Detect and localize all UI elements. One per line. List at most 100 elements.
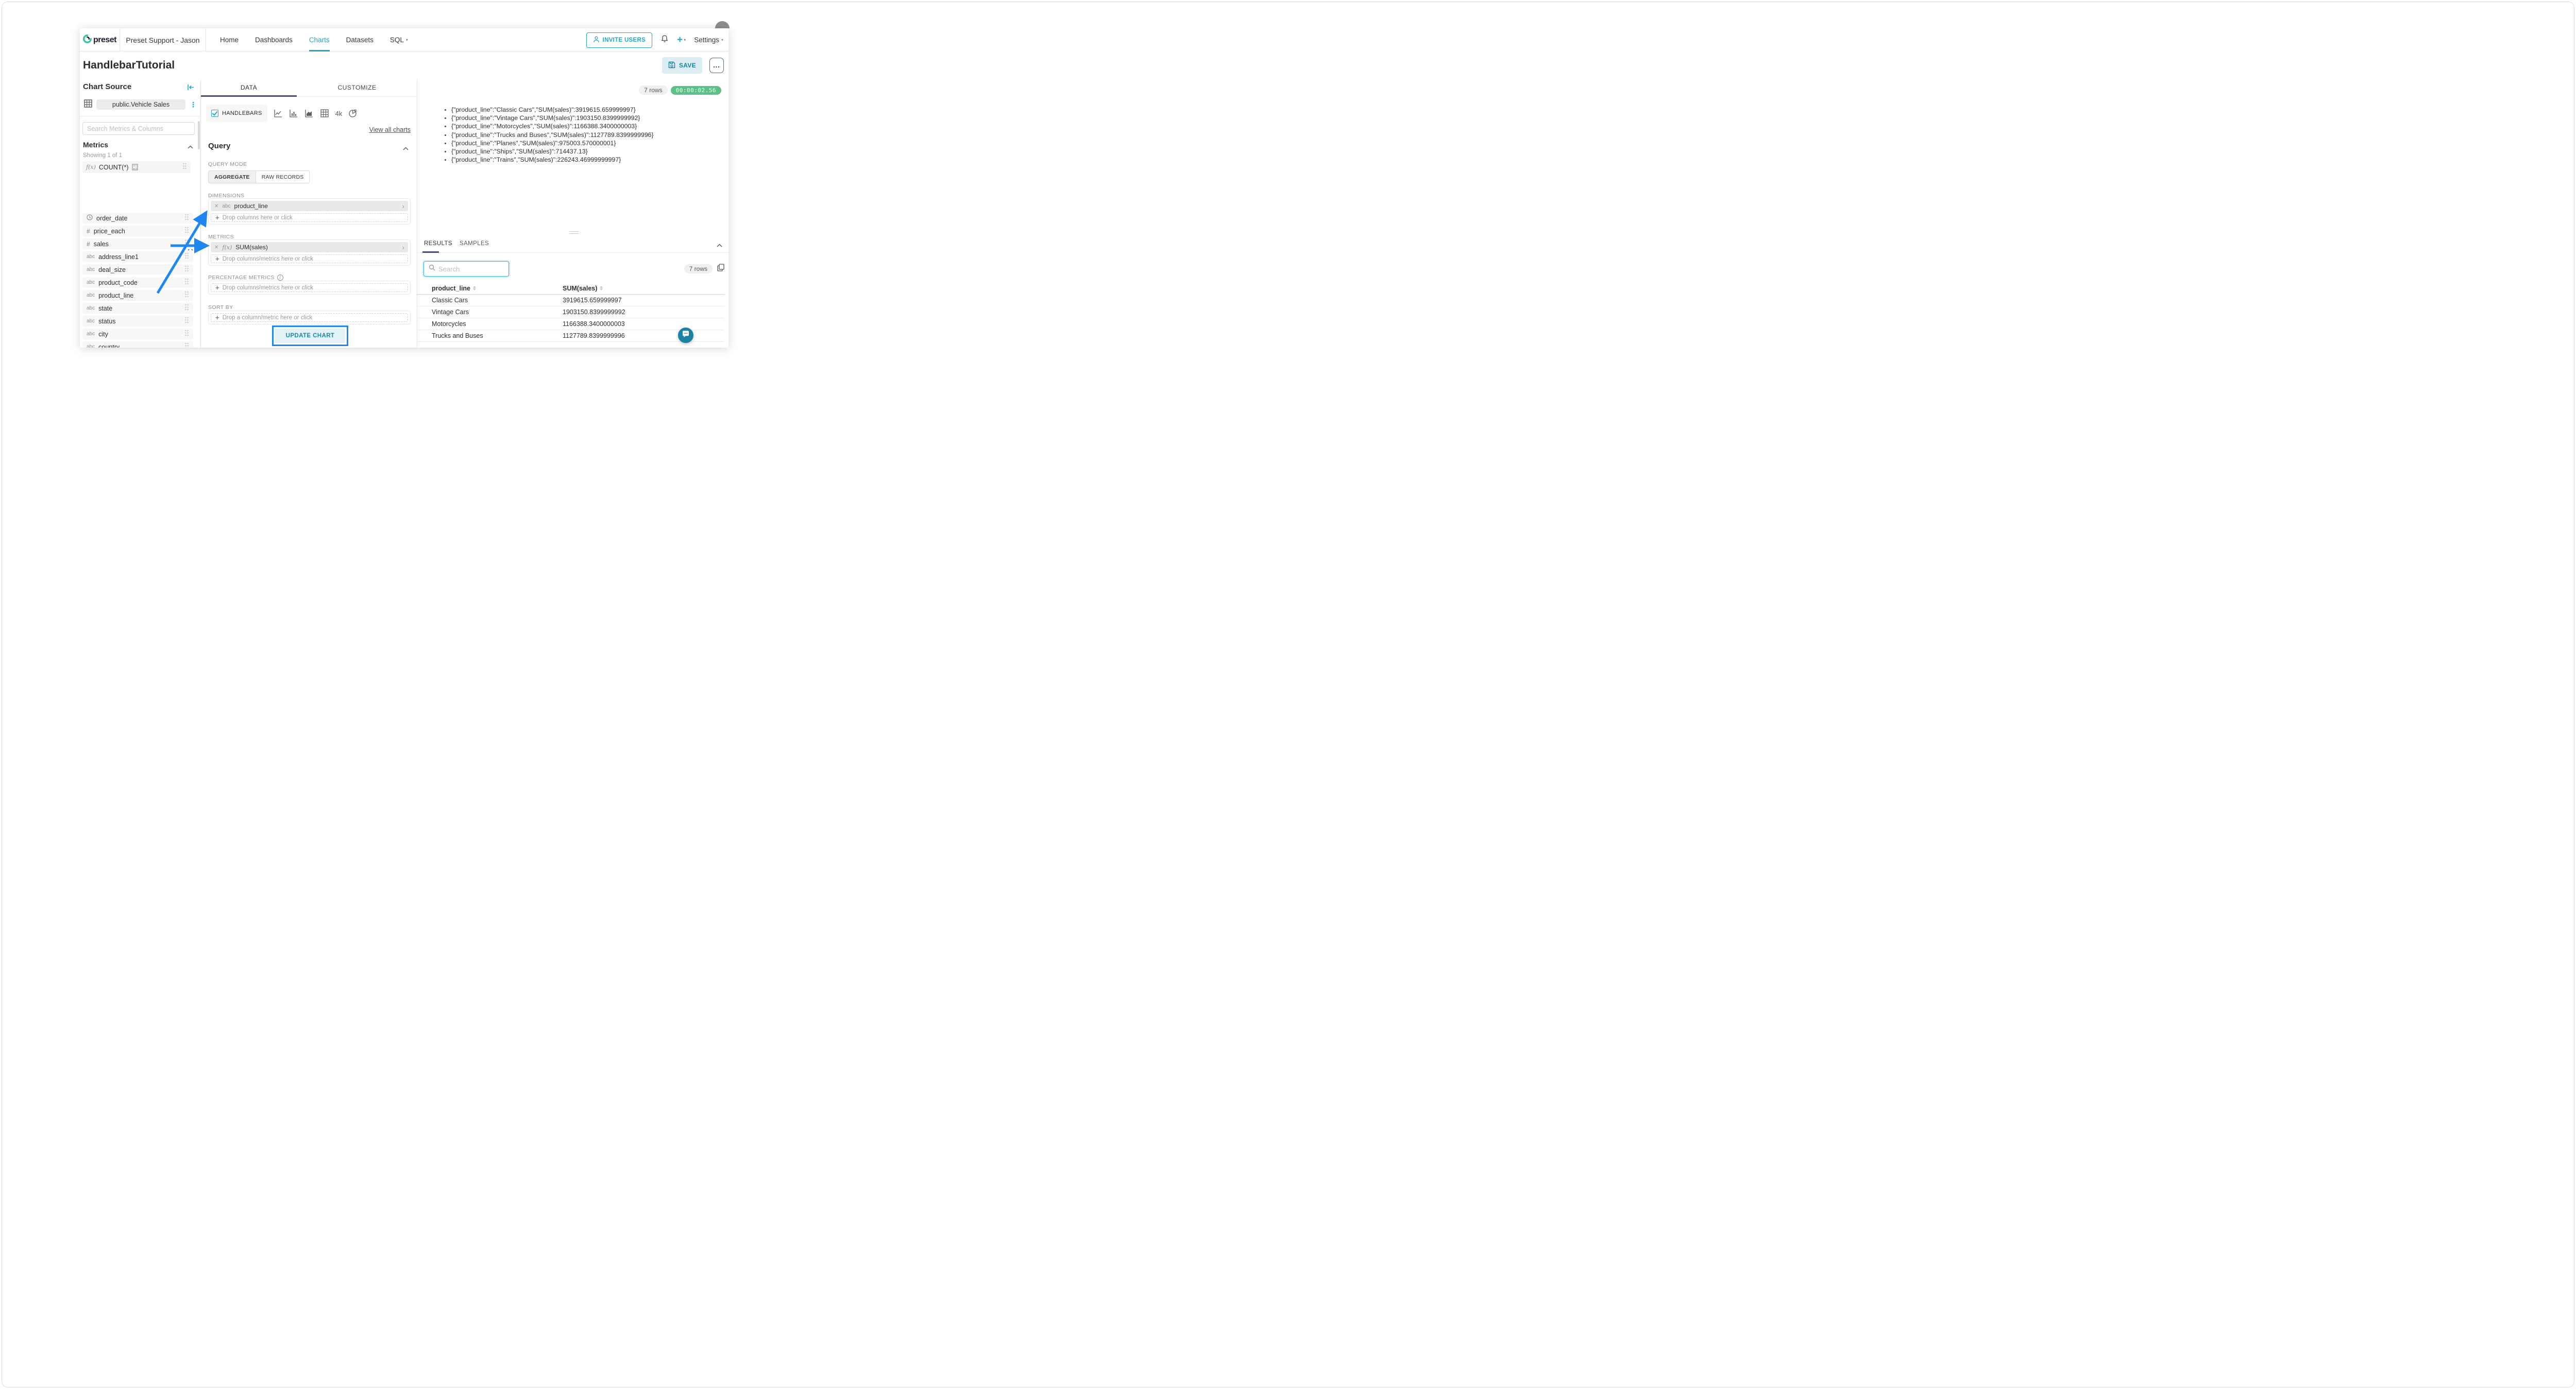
chevron-down-icon: ▾ bbox=[721, 38, 723, 42]
dimension-pill-product-line[interactable]: ✕ abc product_line › bbox=[211, 201, 408, 211]
invite-users-button[interactable]: INVITE USERS bbox=[586, 32, 652, 48]
chevron-up-icon[interactable] bbox=[717, 241, 722, 250]
chart-source-heading: Chart Source bbox=[83, 82, 131, 91]
scrollbar[interactable] bbox=[198, 121, 200, 149]
drag-handle-icon[interactable] bbox=[184, 317, 189, 326]
chevron-right-icon[interactable]: › bbox=[402, 244, 404, 251]
chevron-right-icon[interactable]: › bbox=[402, 202, 404, 210]
nav-datasets[interactable]: Datasets bbox=[346, 28, 374, 52]
checkbox-checked-icon bbox=[211, 110, 218, 117]
sort-by-dropzone[interactable]: + Drop a column/metric here or click bbox=[211, 313, 408, 322]
column-item[interactable]: # sales bbox=[82, 238, 193, 249]
page-title: HandlebarTutorial bbox=[83, 59, 175, 72]
add-new-button[interactable]: + ▾ bbox=[677, 35, 686, 45]
copy-icon[interactable] bbox=[717, 264, 724, 274]
metrics-dropzone[interactable]: + Drop columns/metrics here or click bbox=[211, 254, 408, 263]
drag-handle-icon[interactable] bbox=[184, 265, 189, 275]
column-item[interactable]: # price_each bbox=[82, 226, 193, 236]
update-chart-highlight: UPDATE CHART bbox=[272, 325, 348, 346]
column-item[interactable]: abc city bbox=[82, 329, 193, 339]
sort-icon bbox=[600, 286, 603, 290]
title-actions: SAVE ... bbox=[662, 57, 724, 74]
dataset-name[interactable]: public.Vehicle Sales bbox=[96, 99, 185, 110]
metric-pill-sum-sales[interactable]: ✕ f(x) SUM(sales) › bbox=[211, 242, 408, 252]
nav-charts[interactable]: Charts bbox=[309, 28, 330, 52]
viz-type-handlebars[interactable]: HANDLEBARS bbox=[206, 105, 267, 122]
drag-handle-icon[interactable] bbox=[182, 163, 187, 172]
json-results-list: {"product_line":"Classic Cars","SUM(sale… bbox=[451, 106, 654, 164]
drag-handle-icon[interactable] bbox=[184, 214, 189, 223]
preset-logo[interactable]: preset bbox=[80, 28, 120, 52]
column-item[interactable]: abc state bbox=[82, 303, 193, 314]
results-search-box bbox=[423, 261, 509, 277]
update-chart-button[interactable]: UPDATE CHART bbox=[275, 329, 345, 343]
tab-data[interactable]: DATA bbox=[201, 80, 297, 96]
tab-samples[interactable]: SAMPLES bbox=[460, 241, 489, 247]
dimensions-dropzone[interactable]: + Drop columns here or click bbox=[211, 213, 408, 222]
nav-dashboards[interactable]: Dashboards bbox=[255, 28, 293, 52]
drag-handle-icon[interactable] bbox=[184, 304, 189, 313]
chart-source-panel: Chart Source public.Vehicle Sales ⋮ Metr… bbox=[80, 80, 201, 348]
percentage-metrics-label: PERCENTAGE METRICS i bbox=[208, 275, 283, 281]
drag-handle-icon[interactable] bbox=[184, 342, 189, 348]
hash-icon: # bbox=[87, 241, 90, 248]
column-item[interactable]: abc product_line bbox=[82, 290, 193, 301]
results-panel: 7 rows 00:00:02.56 {"product_line":"Clas… bbox=[417, 80, 728, 348]
column-item[interactable]: abc country bbox=[82, 341, 193, 348]
settings-menu[interactable]: Settings ▾ bbox=[694, 36, 723, 44]
pane-resize-handle[interactable] bbox=[569, 231, 579, 234]
drag-handle-icon[interactable] bbox=[184, 278, 189, 287]
abc-icon: abc bbox=[87, 305, 95, 311]
column-item[interactable]: abc deal_size bbox=[82, 264, 193, 275]
notifications-bell-icon[interactable] bbox=[660, 35, 669, 46]
results-table-header: product_line SUM(sales) bbox=[417, 282, 724, 295]
abc-icon: abc bbox=[87, 254, 95, 260]
drag-handle-icon[interactable] bbox=[184, 291, 189, 300]
column-header-sum-sales[interactable]: SUM(sales) bbox=[563, 282, 724, 294]
chevron-down-icon: ▾ bbox=[684, 38, 686, 42]
viz-type-4k[interactable]: 4k bbox=[335, 110, 343, 117]
bar-chart-icon[interactable] bbox=[289, 109, 298, 118]
view-all-charts-link[interactable]: View all charts bbox=[369, 126, 411, 133]
json-result-row: {"product_line":"Motorcycles","SUM(sales… bbox=[451, 122, 654, 130]
percentage-metrics-dropzone[interactable]: + Drop columns/metrics here or click bbox=[211, 283, 408, 292]
nav-sql[interactable]: SQL▾ bbox=[390, 28, 408, 52]
drag-handle-icon[interactable] bbox=[184, 330, 189, 339]
drag-handle-icon[interactable] bbox=[184, 239, 189, 249]
area-chart-icon[interactable] bbox=[304, 109, 314, 118]
column-item[interactable]: abc status bbox=[82, 316, 193, 327]
more-options-button[interactable]: ... bbox=[709, 58, 724, 73]
column-item[interactable]: order_date bbox=[82, 213, 193, 224]
dataset-options-icon[interactable]: ⋮ bbox=[190, 101, 197, 108]
search-metrics-columns-input[interactable] bbox=[82, 122, 195, 135]
metric-item-count[interactable]: f(x) COUNT(*) bbox=[82, 161, 191, 173]
mode-aggregate[interactable]: AGGREGATE bbox=[209, 171, 256, 183]
brand-wordmark: preset bbox=[93, 36, 116, 45]
app-window: preset Preset Support - Jason Home Dashb… bbox=[80, 28, 728, 348]
nav-home[interactable]: Home bbox=[220, 28, 239, 52]
column-item[interactable]: abc product_code bbox=[82, 277, 193, 288]
json-result-row: {"product_line":"Vintage Cars","SUM(sale… bbox=[451, 114, 654, 122]
table-icon[interactable] bbox=[320, 109, 329, 118]
results-search-input[interactable] bbox=[438, 265, 495, 273]
drag-handle-icon[interactable] bbox=[184, 252, 189, 262]
save-button[interactable]: SAVE bbox=[662, 57, 702, 74]
clock-icon bbox=[87, 214, 93, 222]
pie-chart-icon[interactable] bbox=[348, 109, 358, 118]
results-tabs: RESULTS SAMPLES bbox=[417, 238, 728, 253]
column-item[interactable]: abc address_line1 bbox=[82, 251, 193, 262]
line-chart-icon[interactable] bbox=[274, 109, 283, 118]
tab-customize[interactable]: CUSTOMIZE bbox=[297, 80, 417, 96]
tab-results[interactable]: RESULTS bbox=[424, 241, 452, 247]
support-chat-button[interactable] bbox=[678, 328, 693, 343]
column-header-product-line[interactable]: product_line bbox=[432, 282, 563, 294]
mode-raw-records[interactable]: RAW RECORDS bbox=[256, 171, 310, 183]
remove-icon[interactable]: ✕ bbox=[214, 203, 218, 209]
main-nav: Home Dashboards Charts Datasets SQL▾ bbox=[220, 28, 408, 52]
collapse-panel-icon[interactable] bbox=[187, 84, 194, 93]
drag-handle-icon[interactable] bbox=[184, 227, 189, 236]
plus-icon: + bbox=[215, 255, 219, 263]
remove-icon[interactable]: ✕ bbox=[214, 245, 218, 250]
chevron-up-icon[interactable] bbox=[188, 142, 193, 151]
chevron-up-icon[interactable] bbox=[403, 144, 409, 153]
